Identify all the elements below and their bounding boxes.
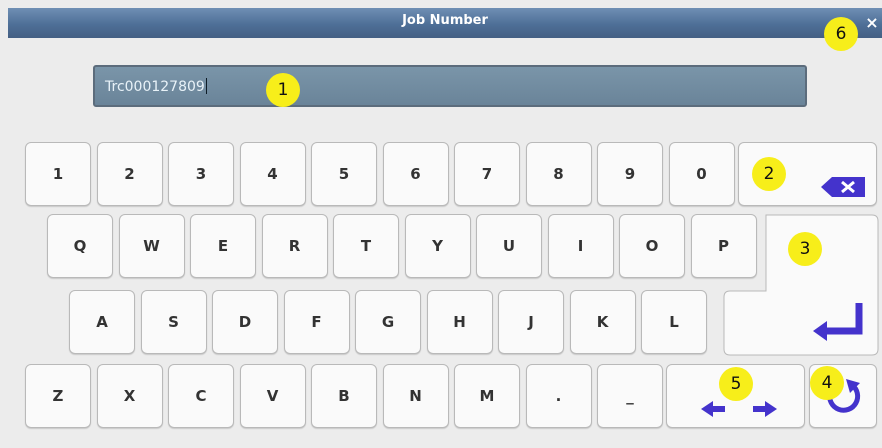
backspace-icon [821, 177, 865, 197]
key-label: 3 [195, 165, 207, 183]
close-button[interactable]: × [862, 8, 882, 38]
key-label: V [266, 387, 279, 405]
key-row4-5[interactable]: N [382, 364, 449, 428]
key-row2-8[interactable]: O [619, 214, 685, 278]
key-label: 0 [696, 165, 707, 183]
key-label: X [123, 387, 136, 405]
key-label: 4 [267, 165, 278, 183]
key-label: I [577, 237, 584, 255]
annotation-badge-4: 4 [810, 366, 844, 400]
key-label: 2 [124, 165, 135, 183]
key-label: Y [432, 237, 443, 255]
key-label: H [453, 313, 466, 331]
key-row2-5[interactable]: Y [404, 214, 471, 278]
job-number-input[interactable]: Trc000127809 [93, 65, 807, 107]
key-label: B [338, 387, 350, 405]
key-row2-4[interactable]: T [333, 214, 399, 278]
key-label: 6 [410, 165, 421, 183]
key-row3-6[interactable]: J [498, 290, 564, 354]
key-label: N [409, 387, 422, 405]
key-row4-7[interactable]: . [525, 364, 592, 428]
key-label: R [288, 237, 301, 255]
title-bar: Job Number × [8, 8, 882, 38]
input-value: Trc000127809 [105, 79, 205, 95]
key-label: Z [52, 387, 64, 405]
key-label: L [669, 313, 679, 331]
key-row1-3[interactable]: 4 [239, 142, 306, 206]
key-label: 8 [553, 165, 564, 183]
annotation-badge-3: 3 [788, 232, 822, 266]
key-label: E [217, 237, 229, 255]
key-row3-3[interactable]: F [283, 290, 350, 354]
key-label: 1 [52, 165, 64, 183]
key-row1-7[interactable]: 8 [525, 142, 592, 206]
annotation-badge-2: 2 [752, 157, 786, 191]
key-row3-0[interactable]: A [69, 290, 135, 354]
key-row2-1[interactable]: W [118, 214, 185, 278]
key-label: F [311, 313, 322, 331]
key-label: C [195, 387, 207, 405]
key-row3-4[interactable]: G [355, 290, 421, 354]
key-row2-2[interactable]: E [190, 214, 256, 278]
key-row1-8[interactable]: 9 [597, 142, 663, 206]
key-row1-9[interactable]: 0 [668, 142, 735, 206]
key-label: . [555, 387, 562, 405]
key-row1-1[interactable]: 2 [96, 142, 163, 206]
left-right-arrows-icon [701, 401, 777, 417]
key-row2-0[interactable]: Q [47, 214, 113, 278]
key-row1-6[interactable]: 7 [454, 142, 520, 206]
key-row1-4[interactable]: 5 [311, 142, 377, 206]
key-row3-2[interactable]: D [212, 290, 278, 354]
key-label: 9 [624, 165, 636, 183]
key-row1-5[interactable]: 6 [382, 142, 449, 206]
annotation-badge-1: 1 [266, 73, 300, 107]
key-row4-0[interactable]: Z [25, 364, 91, 428]
key-label: S [168, 313, 179, 331]
key-label: D [238, 313, 252, 331]
key-label: Q [73, 237, 87, 255]
key-row4-1[interactable]: X [96, 364, 163, 428]
key-row2-3[interactable]: R [261, 214, 328, 278]
enter-icon [813, 303, 863, 341]
key-label: W [143, 237, 160, 255]
key-label: 7 [481, 165, 493, 183]
key-label: M [479, 387, 495, 405]
text-caret [205, 78, 207, 94]
key-label: U [502, 237, 516, 255]
key-label: O [645, 237, 659, 255]
key-label: T [360, 237, 372, 255]
key-row4-6[interactable]: M [454, 364, 520, 428]
key-label: 5 [338, 165, 350, 183]
key-row1-0[interactable]: 1 [25, 142, 91, 206]
key-row3-5[interactable]: H [426, 290, 493, 354]
key-label: J [528, 313, 534, 331]
key-row1-2[interactable]: 3 [168, 142, 234, 206]
window-title: Job Number [402, 13, 488, 28]
key-row3-7[interactable]: K [569, 290, 636, 354]
key-row4-2[interactable]: C [168, 364, 234, 428]
key-row4-8[interactable]: _ [597, 364, 663, 428]
annotation-badge-5: 5 [719, 367, 753, 401]
key-row3-1[interactable]: S [140, 290, 207, 354]
key-label: A [96, 313, 108, 331]
key-row4-3[interactable]: V [239, 364, 306, 428]
key-row4-4[interactable]: B [311, 364, 377, 428]
key-label: _ [626, 387, 634, 405]
key-label: G [381, 313, 395, 331]
close-icon: × [865, 13, 879, 32]
key-row3-8[interactable]: L [641, 290, 707, 354]
key-label: K [596, 313, 609, 331]
key-row2-7[interactable]: I [547, 214, 614, 278]
annotation-badge-6: 6 [824, 17, 858, 51]
key-row2-6[interactable]: U [476, 214, 542, 278]
